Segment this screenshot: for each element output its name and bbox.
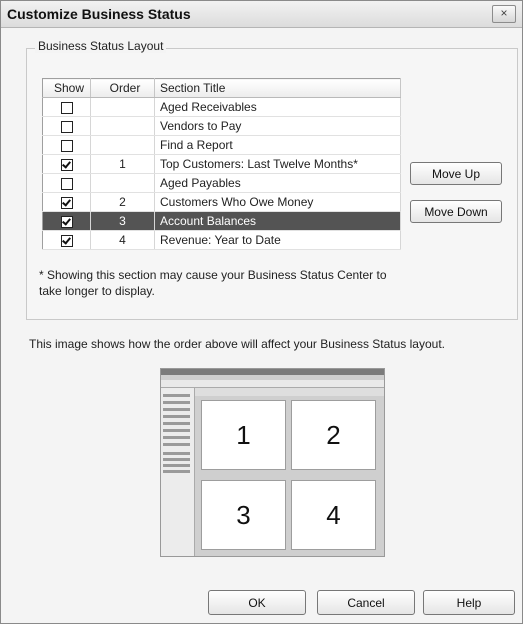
preview-toolbar [161,380,384,388]
section-row[interactable]: 1 Top Customers: Last Twelve Months* [42,154,401,174]
order-cell: 4 [90,230,155,250]
preview-main-toolbar [195,388,384,396]
preview-pane-3: 3 [201,480,286,550]
show-cell [42,154,91,174]
preview-pane-1: 1 [201,400,286,470]
show-cell [42,116,91,136]
move-down-button[interactable]: Move Down [410,200,502,223]
sections-table: Show Order Section Title Aged Receivable… [42,78,401,250]
show-checkbox[interactable] [60,234,73,247]
column-header-section-title[interactable]: Section Title [154,78,401,98]
order-cell: 2 [90,192,155,212]
preview-pane-2: 2 [291,400,376,470]
section-title-cell: Aged Receivables [154,97,401,117]
cancel-button[interactable]: Cancel [317,590,415,615]
ok-button[interactable]: OK [208,590,306,615]
show-cell [42,230,91,250]
section-title-cell: Aged Payables [154,173,401,193]
customize-business-status-dialog: Customize Business Status × Business Sta… [0,0,523,624]
order-cell [90,116,155,136]
preview-caption: This image shows how the order above wil… [29,337,445,351]
slow-display-note: * Showing this section may cause your Bu… [39,268,387,298]
move-up-button[interactable]: Move Up [410,162,502,185]
section-title-cell: Customers Who Owe Money [154,192,401,212]
layout-preview-image: 1 2 3 4 [160,368,385,557]
show-checkbox[interactable] [60,139,73,152]
order-cell: 1 [90,154,155,174]
order-cell [90,173,155,193]
preview-main-area: 1 2 3 4 [195,388,384,556]
section-title-cell: Vendors to Pay [154,116,401,136]
section-title-cell: Account Balances [154,211,401,231]
show-cell [42,97,91,117]
section-row[interactable]: 3 Account Balances [42,211,401,231]
section-title-cell: Top Customers: Last Twelve Months* [154,154,401,174]
section-row[interactable]: Aged Payables [42,173,401,193]
close-icon: × [500,6,508,20]
preview-pane-4: 4 [291,480,376,550]
show-checkbox[interactable] [60,120,73,133]
column-header-order[interactable]: Order [90,78,155,98]
section-row[interactable]: 4 Revenue: Year to Date [42,230,401,250]
title-bar: Customize Business Status × [1,1,522,28]
column-header-show[interactable]: Show [42,78,91,98]
section-row[interactable]: 2 Customers Who Owe Money [42,192,401,212]
order-cell: 3 [90,211,155,231]
section-row[interactable]: Aged Receivables [42,97,401,117]
preview-sidebar [161,388,195,556]
show-checkbox[interactable] [60,177,73,190]
group-label: Business Status Layout [35,39,167,53]
show-checkbox[interactable] [60,196,73,209]
show-cell [42,135,91,155]
dialog-title: Customize Business Status [7,6,191,22]
close-button[interactable]: × [492,5,516,23]
order-cell [90,97,155,117]
show-cell [42,173,91,193]
help-button[interactable]: Help [423,590,515,615]
show-checkbox[interactable] [60,158,73,171]
show-checkbox[interactable] [60,215,73,228]
show-cell [42,211,91,231]
section-title-cell: Find a Report [154,135,401,155]
section-title-cell: Revenue: Year to Date [154,230,401,250]
show-cell [42,192,91,212]
order-cell [90,135,155,155]
section-row[interactable]: Find a Report [42,135,401,155]
section-row[interactable]: Vendors to Pay [42,116,401,136]
show-checkbox[interactable] [60,101,73,114]
table-header-row: Show Order Section Title [42,78,401,98]
